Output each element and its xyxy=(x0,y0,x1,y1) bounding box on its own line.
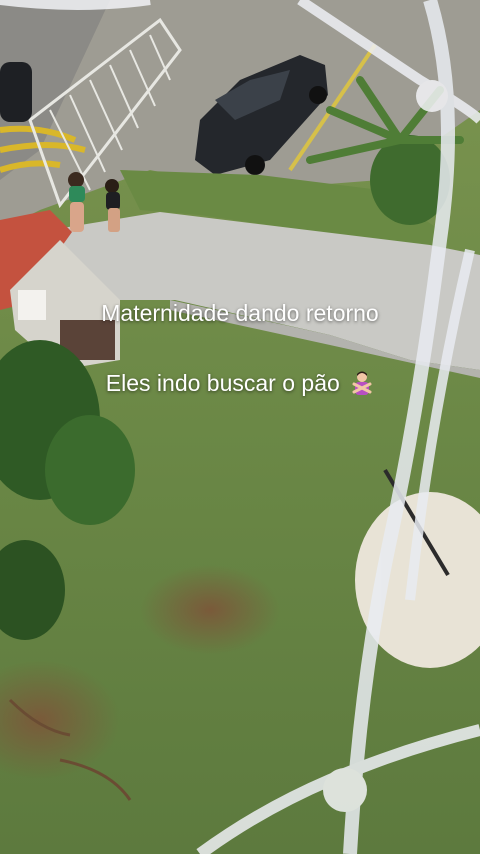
caption-line-2-text: Eles indo buscar o pão xyxy=(105,370,340,396)
car-left xyxy=(0,62,32,122)
dirt-patch xyxy=(140,565,280,655)
person-gesturing-no-icon xyxy=(352,371,372,395)
caption-line-1: Maternidade dando retorno xyxy=(101,300,379,326)
scene-illustration xyxy=(0,0,480,854)
caption-line-2: Eles indo buscar o pão xyxy=(0,370,480,397)
photo-scene: Maternidade dando retorno Eles indo busc… xyxy=(0,0,480,854)
